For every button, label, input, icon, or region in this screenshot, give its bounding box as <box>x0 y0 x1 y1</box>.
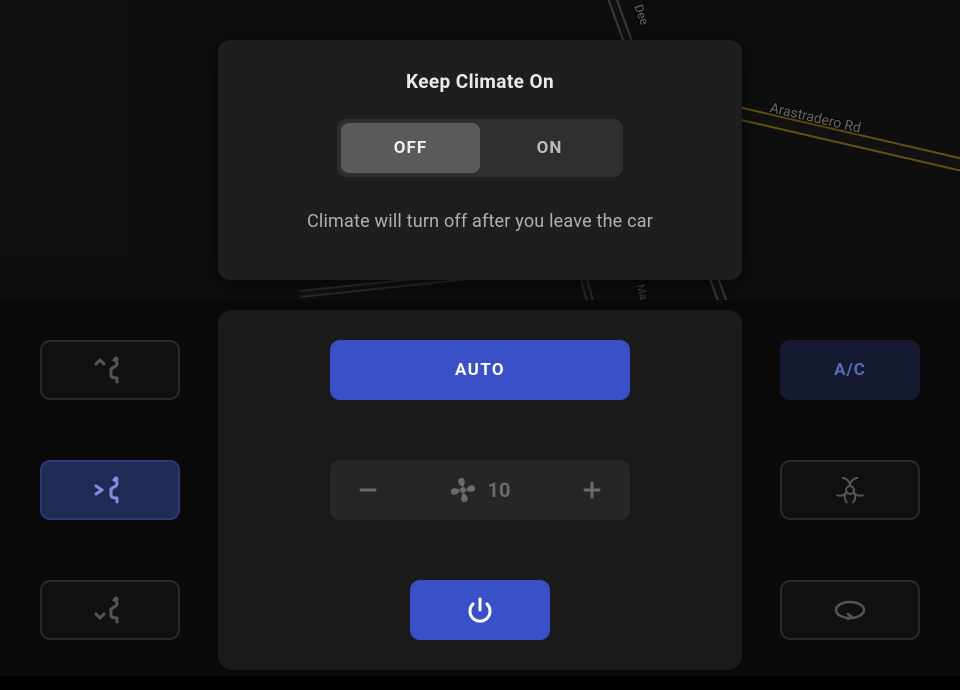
power-icon <box>466 596 494 624</box>
keep-climate-on-panel: Keep Climate On OFF ON Climate will turn… <box>218 40 742 280</box>
airflow-face-feet-button[interactable] <box>40 340 180 400</box>
climate-power-button[interactable] <box>410 580 550 640</box>
recirculate-icon <box>830 598 870 622</box>
aux-mode-column: A/C <box>780 340 920 640</box>
climate-control-panel: AUTO 10 <box>218 310 742 670</box>
keep-climate-on-title: Keep Climate On <box>406 70 554 93</box>
fan-decrease-button[interactable] <box>348 470 388 510</box>
fan-increase-button[interactable] <box>572 470 612 510</box>
airflow-face-icon <box>90 474 130 506</box>
minus-icon <box>357 479 379 501</box>
ac-button[interactable]: A/C <box>780 340 920 400</box>
fan-icon <box>450 477 476 503</box>
fan-speed-display: 10 <box>450 477 511 503</box>
airflow-face-feet-icon <box>90 354 130 386</box>
keep-climate-on-description: Climate will turn off after you leave th… <box>307 211 653 232</box>
plus-icon <box>581 479 603 501</box>
bottom-bar <box>0 676 960 690</box>
airflow-mode-column <box>40 340 180 640</box>
fan-speed-value: 10 <box>488 478 511 502</box>
keep-climate-on-toggle: OFF ON <box>337 119 623 177</box>
recirculate-button[interactable] <box>780 580 920 640</box>
biohazard-icon <box>833 473 867 507</box>
keep-climate-off-button[interactable]: OFF <box>341 123 480 173</box>
airflow-feet-button[interactable] <box>40 580 180 640</box>
keep-climate-on-button[interactable]: ON <box>480 123 619 173</box>
airflow-feet-icon <box>90 594 130 626</box>
fan-speed-control: 10 <box>330 460 630 520</box>
airflow-face-button[interactable] <box>40 460 180 520</box>
auto-button[interactable]: AUTO <box>330 340 630 400</box>
bioweapon-defense-button[interactable] <box>780 460 920 520</box>
